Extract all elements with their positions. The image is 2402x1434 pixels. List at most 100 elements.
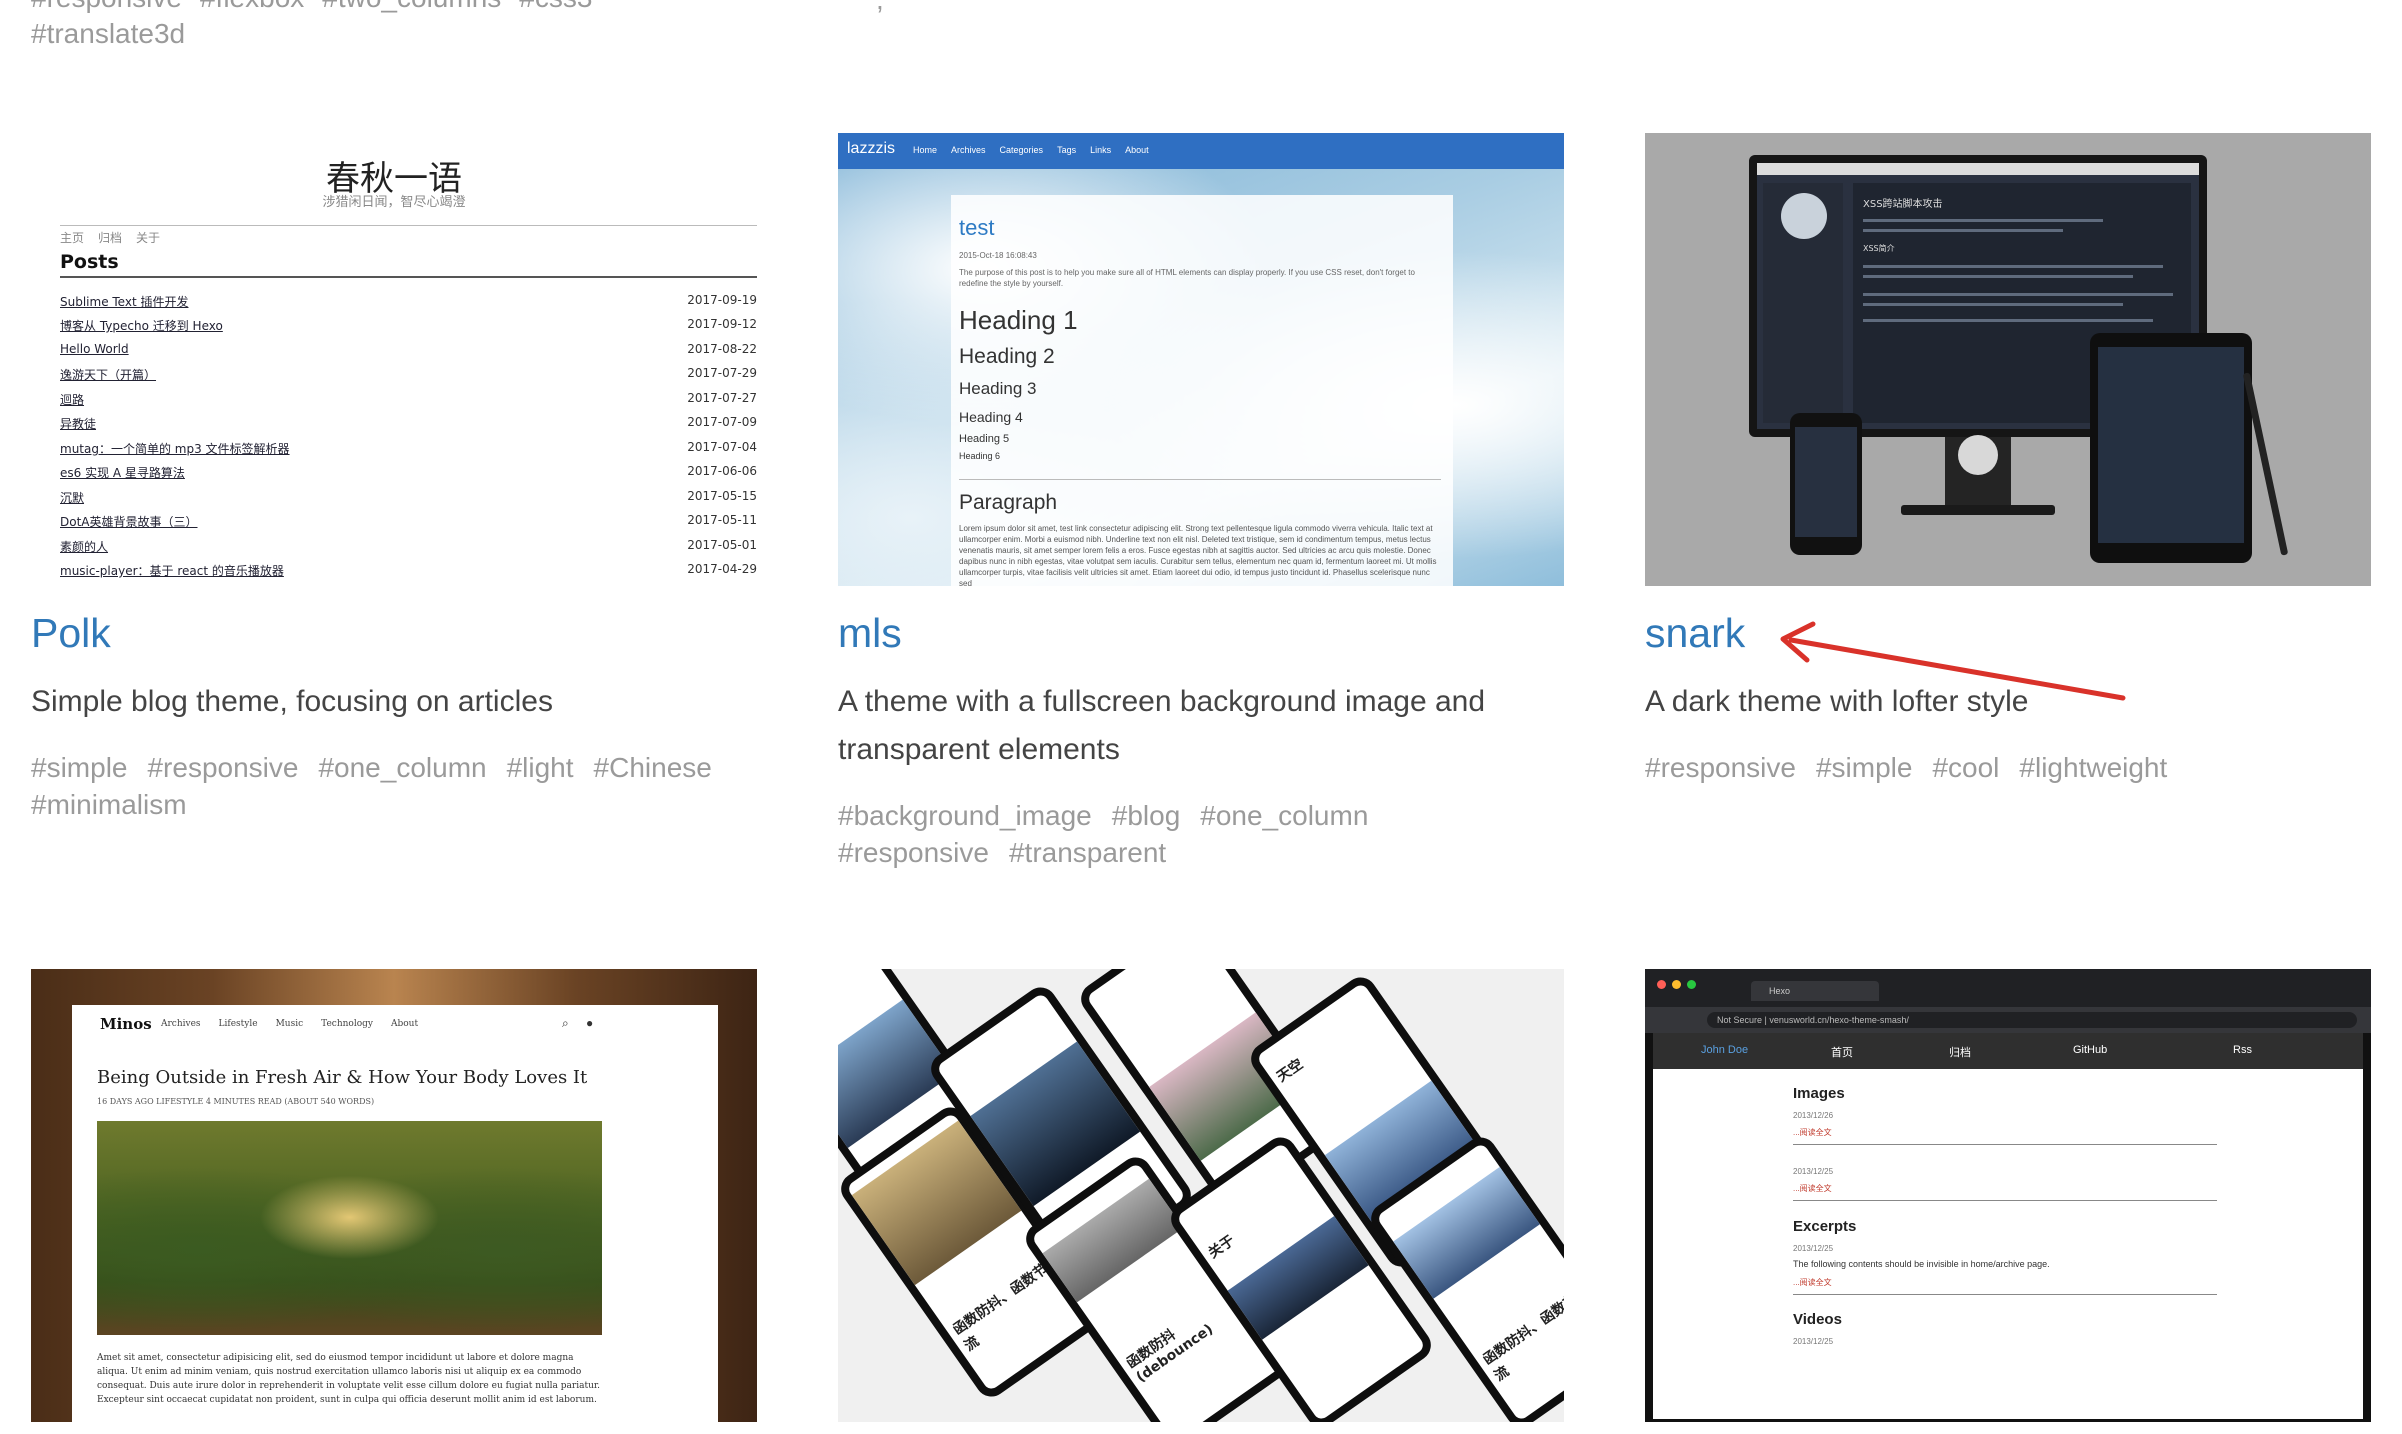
preview-paragraph-text: Lorem ipsum dolor sit amet, test link co… [959, 524, 1437, 586]
tag[interactable]: #simple [1816, 749, 1912, 786]
tag[interactable]: #css3 [519, 0, 592, 16]
tag[interactable]: #transparent [1009, 834, 1166, 871]
tag[interactable]: #responsive [1645, 749, 1796, 786]
preview-nav-item: 归档 [98, 231, 123, 245]
preview-caption: 天空 [1274, 1056, 1307, 1086]
tag[interactable]: #flexbox [200, 0, 304, 16]
tag[interactable]: #one_column [318, 749, 486, 786]
annotation-arrow [1780, 621, 2126, 701]
github-icon: ● [586, 1016, 594, 1030]
tag[interactable]: #responsive [31, 0, 182, 16]
tag[interactable]: #responsive [838, 834, 989, 871]
preview-page: Images 2013/12/26 ...阅读全文 2013/12/25 ...… [1653, 1069, 2363, 1419]
preview-nav-item: Technology [321, 1019, 373, 1029]
search-icon: ⌕ [562, 1016, 569, 1030]
preview-post-row: 逸游天下（开篇） 2017-07-29 [60, 366, 757, 382]
preview-url: Not Secure | venusworld.cn/hexo-theme-sm… [1707, 1012, 2357, 1028]
preview-post-row: 迴路 2017-07-27 [60, 391, 757, 407]
preview-nav: John Doe 首页 归档 GitHub Rss [1653, 1033, 2363, 1069]
tag[interactable]: #lightweight [2019, 749, 2167, 786]
preview-blog-subtitle: 涉猎闲日闻，智尽心竭澄 [322, 195, 466, 210]
tag[interactable]: #responsive [147, 749, 298, 786]
preview-section-title: Posts [60, 251, 119, 273]
preview-nav-item: John Doe [1701, 1044, 1749, 1056]
preview-nav-item: Tags [1057, 145, 1077, 155]
theme-thumbnail[interactable]: XSS跨站脚本攻击 XSS简介 [1645, 133, 2371, 586]
preview-post-row: music-player：基于 react 的音乐播放器 2017-04-29 [60, 562, 757, 578]
preview-address-bar: Not Secure | venusworld.cn/hexo-theme-sm… [1645, 1007, 2371, 1033]
preview-brand: lazzzis [847, 140, 896, 157]
theme-tags: #responsive #simple #cool #lightweight [1645, 749, 2371, 786]
theme-description: A theme with a fullscreen background ima… [838, 685, 1486, 766]
divider [60, 225, 757, 226]
preview-post-row: 素颜的人 2017-05-01 [60, 538, 757, 554]
preview-nav-item: 主页 [60, 231, 85, 245]
preview-nav-item: Music [275, 1019, 304, 1029]
preview-logo: Minos [100, 1015, 152, 1033]
preview-tablet [2090, 333, 2252, 563]
theme-tags: #simple #responsive #one_column #light #Chin… [31, 749, 757, 823]
preview-read-more: ...阅读全文 [1793, 1278, 1832, 1287]
preview-article-meta: 16 DAYS AGO LIFESTYLE 4 MINUTES READ (AB… [97, 1097, 375, 1106]
preview-nav-item: 归档 [1949, 1047, 1971, 1059]
preview-post-row: mutag：一个简单的 mp3 文件标签解析器 2017-07-04 [60, 440, 757, 456]
preview-heading: Heading 2 [959, 345, 1055, 368]
avatar [1781, 193, 1827, 239]
preview-nav-item: Archives [161, 1019, 201, 1029]
preview-post-title: XSS跨站脚本攻击 [1863, 199, 1943, 210]
preview-date: 2013/12/25 [1793, 1337, 1834, 1346]
preview-post-intro: The purpose of this post is to help you … [959, 268, 1415, 288]
preview-phone [1790, 413, 1862, 555]
theme-title-link[interactable]: Polk [31, 610, 111, 657]
preview-page: Minos Archives Lifestyle Music Technology Ab… [72, 1005, 718, 1422]
monitor-base [1901, 505, 2055, 515]
preview-nav-item: Categories [999, 145, 1044, 155]
tag[interactable]: #Chinese [594, 749, 712, 786]
tag[interactable]: #one_column [1200, 797, 1368, 834]
preview-nav: Archives Lifestyle Music Technology About [161, 1019, 436, 1029]
preview-article-image [97, 1121, 602, 1335]
tag[interactable]: #cool [1932, 749, 1999, 786]
theme-thumbnail[interactable]: 函数防抖、函数节流 函数防抖 (debounce) 关于 天空 函数防抖、函数节… [838, 969, 1564, 1422]
preview-heading: Heading 1 [959, 305, 1078, 335]
tag[interactable]: #blog [1112, 797, 1181, 834]
preview-nav-item: 首页 [1831, 1047, 1853, 1059]
divider [1793, 1144, 2217, 1145]
preview-nav-item: GitHub [2073, 1044, 2108, 1056]
preview-navbar: lazzzis Home Archives Categories Tags Links A… [838, 133, 1564, 169]
preview-nav-item: Home [913, 145, 938, 155]
preview-post-row: 异教徒 2017-07-09 [60, 415, 757, 431]
preview-article-title: Being Outside in Fresh Air & How Your Bo… [97, 1067, 588, 1088]
preview-post-row: Sublime Text 插件开发 2017-09-19 [60, 293, 757, 309]
preview-heading: Heading 3 [959, 379, 1037, 398]
previous-card-tags: #responsive #flexbox #two_columns #css3 #tr… [31, 0, 771, 52]
monitor-stand-knob [1958, 435, 1998, 475]
preview-caption: 关于 [1205, 1232, 1238, 1262]
preview-heading: Heading 6 [959, 451, 1001, 461]
theme-title-link[interactable]: snark [1645, 610, 1745, 657]
preview-nav-item: About [1125, 145, 1149, 155]
preview-post-row: es6 实现 A 星寻路算法 2017-06-06 [60, 464, 757, 480]
previous-card-text-fragment: , [876, 0, 884, 16]
preview-date: 2013/12/25 [1793, 1167, 1834, 1176]
window-close-icon [1657, 980, 1666, 989]
theme-thumbnail[interactable]: Hexo Not Secure | venusworld.cn/hexo-the… [1645, 969, 2371, 1422]
tag[interactable]: #light [507, 749, 574, 786]
preview-section-heading: Images [1793, 1085, 1845, 1102]
preview-post-panel: test 2015-Oct-18 16:08:43 The purpose of… [951, 195, 1453, 586]
tag[interactable]: #translate3d [31, 16, 185, 52]
theme-title-link[interactable]: mls [838, 610, 902, 657]
tag[interactable]: #minimalism [31, 786, 187, 823]
theme-thumbnail[interactable]: Minos Archives Lifestyle Music Technology Ab… [31, 969, 757, 1422]
preview-nav-item: Links [1090, 145, 1112, 155]
theme-thumbnail[interactable]: 春秋一语 涉猎闲日闻，智尽心竭澄 主页 归档 关于 Posts Sublime Te… [31, 133, 757, 586]
preview-read-more: ...阅读全文 [1793, 1128, 1832, 1137]
tag[interactable]: #simple [31, 749, 127, 786]
preview-post-row: 博客从 Typecho 迁移到 Hexo 2017-09-12 [60, 317, 757, 333]
theme-thumbnail[interactable]: lazzzis Home Archives Categories Tags Links A… [838, 133, 1564, 586]
tag[interactable]: #background_image [838, 797, 1092, 834]
preview-date: 2013/12/26 [1793, 1111, 1834, 1120]
tag[interactable]: #two_columns [322, 0, 501, 16]
theme-description: Simple blog theme, focusing on articles [31, 685, 553, 718]
preview-heading: Heading 5 [959, 433, 1010, 445]
